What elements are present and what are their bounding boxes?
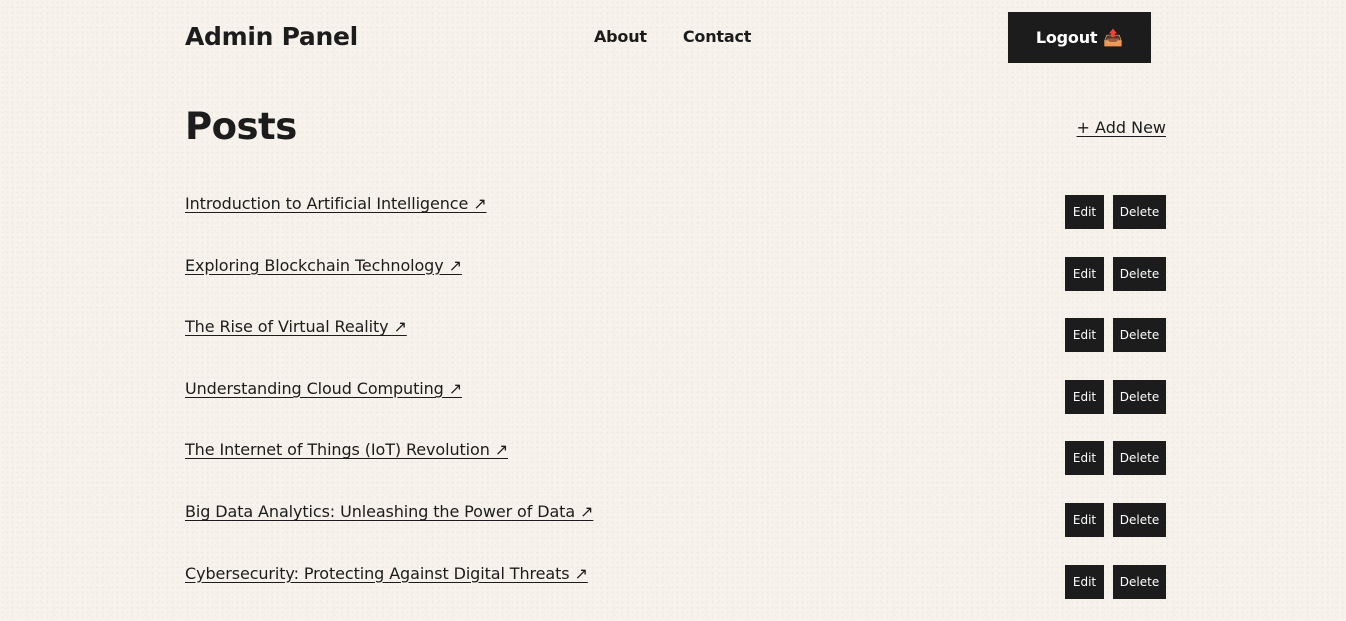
add-new-post-link[interactable]: + Add New bbox=[1077, 118, 1166, 138]
edit-button[interactable]: Edit bbox=[1065, 318, 1104, 353]
post-actions: Edit Delete bbox=[1065, 379, 1166, 414]
nav-link-about[interactable]: About bbox=[594, 27, 647, 47]
logout-button[interactable]: Logout 📤 bbox=[1008, 12, 1151, 63]
delete-button[interactable]: Delete bbox=[1113, 256, 1166, 291]
outbox-tray-icon: 📤 bbox=[1103, 28, 1124, 47]
post-title-link[interactable]: Big Data Analytics: Unleashing the Power… bbox=[185, 502, 593, 522]
post-actions: Edit Delete bbox=[1065, 564, 1166, 599]
main-nav: About Contact bbox=[594, 27, 787, 47]
delete-button[interactable]: Delete bbox=[1113, 195, 1166, 229]
logout-label: Logout bbox=[1035, 28, 1098, 47]
site-header: Admin Panel About Contact Logout 📤 bbox=[0, 0, 1346, 75]
post-row: Cybersecurity: Protecting Against Digita… bbox=[185, 550, 1166, 612]
post-actions: Edit Delete bbox=[1065, 441, 1166, 476]
post-title-link[interactable]: Cybersecurity: Protecting Against Digita… bbox=[185, 564, 588, 584]
edit-button[interactable]: Edit bbox=[1065, 502, 1104, 537]
nav-link-contact[interactable]: Contact bbox=[683, 27, 752, 47]
delete-button[interactable]: Delete bbox=[1113, 379, 1166, 414]
post-row: Exploring Blockchain Technology ↗ Edit D… bbox=[185, 242, 1166, 304]
edit-button[interactable]: Edit bbox=[1065, 256, 1104, 291]
delete-button[interactable]: Delete bbox=[1113, 441, 1166, 476]
post-row: The Internet of Things (IoT) Revolution … bbox=[185, 426, 1166, 488]
post-title-link[interactable]: The Internet of Things (IoT) Revolution … bbox=[185, 440, 508, 460]
post-actions: Edit Delete bbox=[1065, 256, 1166, 291]
post-title-link[interactable]: The Rise of Virtual Reality ↗ bbox=[185, 317, 407, 337]
post-row: Understanding Cloud Computing ↗ Edit Del… bbox=[185, 365, 1166, 427]
post-actions: Edit Delete bbox=[1065, 318, 1166, 353]
post-title-link[interactable]: Understanding Cloud Computing ↗ bbox=[185, 379, 462, 399]
post-actions: Edit Delete bbox=[1065, 195, 1166, 229]
post-title-link[interactable]: Introduction to Artificial Intelligence … bbox=[185, 194, 487, 214]
post-row: Big Data Analytics: Unleashing the Power… bbox=[185, 488, 1166, 550]
delete-button[interactable]: Delete bbox=[1113, 564, 1166, 599]
delete-button[interactable]: Delete bbox=[1113, 318, 1166, 353]
post-actions: Edit Delete bbox=[1065, 502, 1166, 537]
brand-title: Admin Panel bbox=[185, 22, 358, 51]
post-row: Introduction to Artificial Intelligence … bbox=[185, 180, 1166, 242]
edit-button[interactable]: Edit bbox=[1065, 564, 1104, 599]
edit-button[interactable]: Edit bbox=[1065, 441, 1104, 476]
posts-list: Introduction to Artificial Intelligence … bbox=[185, 180, 1166, 611]
post-title-link[interactable]: Exploring Blockchain Technology ↗ bbox=[185, 256, 462, 276]
post-row: The Rise of Virtual Reality ↗ Edit Delet… bbox=[185, 303, 1166, 365]
edit-button[interactable]: Edit bbox=[1065, 379, 1104, 414]
edit-button[interactable]: Edit bbox=[1065, 195, 1104, 229]
delete-button[interactable]: Delete bbox=[1113, 502, 1166, 537]
page-title: Posts bbox=[185, 105, 297, 148]
